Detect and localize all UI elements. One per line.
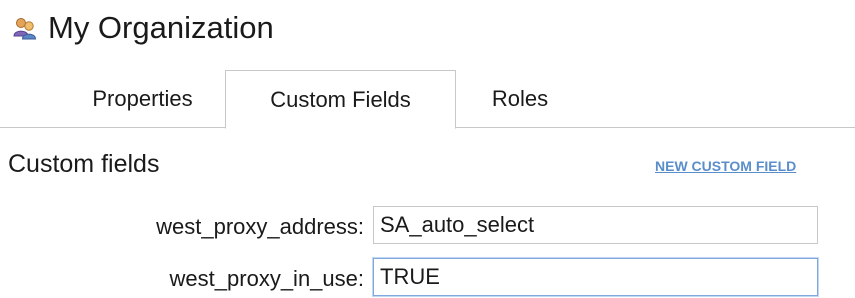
section-title: Custom fields xyxy=(8,150,160,178)
west-proxy-address-input[interactable] xyxy=(373,206,818,244)
field-row: west_proxy_in_use: xyxy=(0,258,855,298)
tab-label: Roles xyxy=(491,86,549,111)
page-title: My Organization xyxy=(48,10,274,45)
tab-custom-fields[interactable]: Custom Fields xyxy=(225,70,456,129)
tab-bar: Properties Custom Fields Roles xyxy=(0,70,855,129)
tab-properties[interactable]: Properties xyxy=(60,70,225,128)
users-icon xyxy=(13,18,37,40)
tab-label: Custom Fields xyxy=(270,86,411,112)
tab-roles[interactable]: Roles xyxy=(456,70,584,128)
field-row: west_proxy_address: xyxy=(0,206,855,246)
field-label: west_proxy_in_use: xyxy=(169,266,364,291)
tab-label: Properties xyxy=(92,86,193,111)
field-label: west_proxy_address: xyxy=(156,214,364,239)
west-proxy-in-use-input[interactable] xyxy=(373,258,818,296)
new-custom-field-link[interactable]: NEW CUSTOM FIELD xyxy=(655,158,796,174)
page-header: My Organization xyxy=(12,6,274,50)
